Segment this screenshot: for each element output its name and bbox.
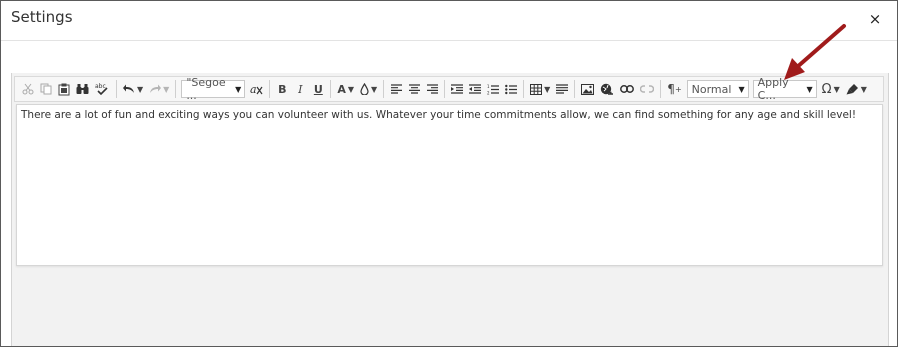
underline-button[interactable]: U [310,79,326,99]
svg-text:a: a [250,83,257,95]
table-button[interactable]: ▼ [528,79,552,99]
chevron-down-icon[interactable]: ▼ [163,85,169,94]
insert-paragraph-icon[interactable]: ¶ + [665,79,683,99]
toolbar-separator [116,80,117,98]
toolbar-separator [574,80,576,98]
indent-icon[interactable] [449,79,465,99]
italic-button[interactable]: I [292,79,308,99]
svg-text:1: 1 [487,84,490,89]
image-icon[interactable] [579,79,596,99]
dialog-header: Settings × [1,1,897,41]
chevron-down-icon[interactable]: ▼ [544,85,550,94]
paste-icon[interactable] [56,79,72,99]
toolbar-separator [330,80,332,98]
font-color-label: A [337,82,346,96]
background-color-button[interactable]: ▼ [358,79,379,99]
close-button[interactable]: × [867,11,883,27]
chevron-down-icon[interactable]: ▼ [137,85,143,94]
format-block-value: Normal [691,82,732,96]
chevron-down-icon: ▼ [235,84,242,94]
format-block-select[interactable]: Normal ▼ [686,80,749,98]
chevron-down-icon[interactable]: ▼ [371,85,377,94]
redo-button[interactable]: ▼ [147,79,171,99]
bold-button[interactable]: B [274,79,290,99]
dialog-title: Settings [11,8,73,26]
find-icon[interactable] [74,79,91,99]
toolbar-separator [175,80,177,98]
toolbar-separator [444,80,446,98]
link-manager-icon[interactable] [598,79,616,99]
font-family-select[interactable]: "Segoe ... ▼ [181,76,246,102]
undo-button[interactable]: ▼ [121,79,145,99]
hyperlink-icon[interactable] [618,79,636,99]
annotation-arrow-icon [784,24,846,80]
bullet-list-icon[interactable] [503,79,519,99]
chevron-down-icon[interactable]: ▼ [861,85,867,94]
toolbar-separator [269,80,271,98]
cut-icon[interactable] [20,79,36,99]
chevron-down-icon: ▼ [738,84,745,94]
svg-text:abc: abc [95,83,106,90]
numbered-list-icon[interactable]: 12 [485,79,501,99]
align-left-icon[interactable] [388,79,404,99]
unlink-icon[interactable] [638,79,656,99]
chevron-down-icon[interactable]: ▼ [348,85,354,94]
paragraph-icon[interactable] [554,79,570,99]
editor-toolbar: abc ▼ ▼ "Segoe ... ▼ a B I U A ▼ ▼ 1 2 ▼… [14,76,884,102]
align-center-icon[interactable] [406,79,422,99]
spellcheck-icon[interactable]: abc [93,79,112,99]
toolbar-separator [383,80,385,98]
font-family-value: "Segoe ... [186,76,226,102]
editor-content[interactable]: There are a lot of fun and exciting ways… [21,109,856,121]
outdent-icon[interactable] [467,79,483,99]
svg-text:2: 2 [487,90,490,95]
toolbar-separator [523,80,525,98]
align-right-icon[interactable] [424,79,440,99]
font-color-button[interactable]: A ▼ [335,79,356,99]
rich-text-editor[interactable]: There are a lot of fun and exciting ways… [16,104,883,266]
clear-formatting-icon[interactable]: a [248,79,265,99]
copy-icon[interactable] [38,79,54,99]
toolbar-separator [660,80,662,98]
